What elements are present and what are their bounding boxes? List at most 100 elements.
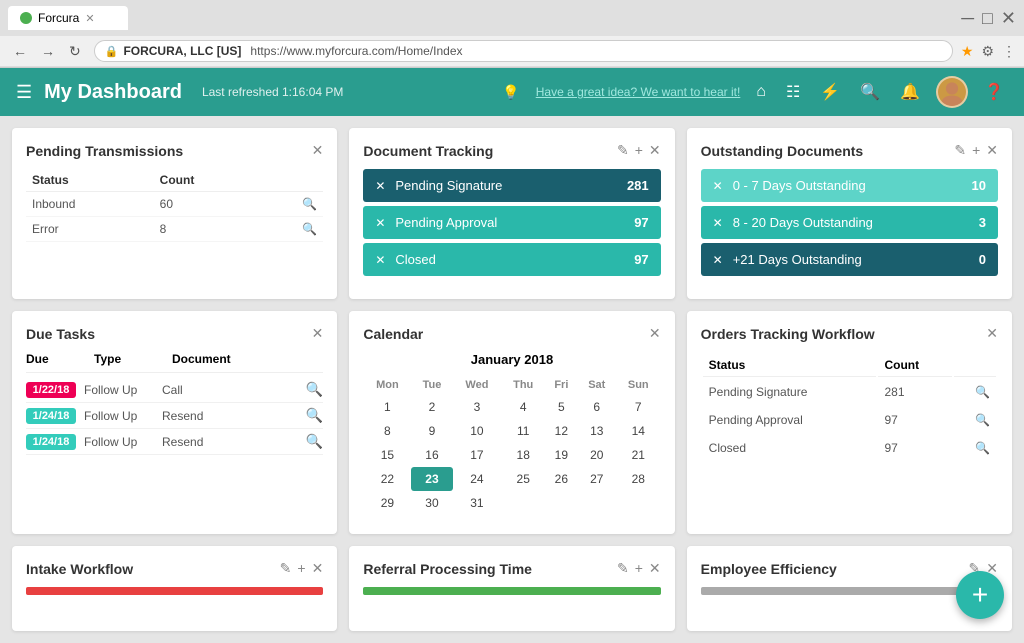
close-calendar-button[interactable]: ✕ <box>649 325 661 342</box>
idea-link[interactable]: Have a great idea? We want to hear it! <box>536 85 741 99</box>
back-button[interactable]: ← <box>8 41 32 62</box>
outstanding-doc-item[interactable]: ✕ +21 Days Outstanding 0 <box>701 243 998 276</box>
remove-doc-track-icon[interactable]: ✕ <box>375 216 385 230</box>
calendar-day-cell[interactable]: 11 <box>501 419 545 443</box>
calendar-day-cell[interactable]: 29 <box>363 491 411 515</box>
calendar-day-cell[interactable]: 17 <box>453 443 502 467</box>
outstanding-documents-header: Outstanding Documents ✎ + ✕ <box>701 142 998 159</box>
browser-tab[interactable]: Forcura ✕ <box>8 6 128 30</box>
calendar-day-cell[interactable]: 25 <box>501 467 545 491</box>
remove-out-doc-icon[interactable]: ✕ <box>713 216 723 230</box>
user-avatar[interactable] <box>936 76 968 108</box>
add-referral-icon[interactable]: + <box>635 560 643 577</box>
url-box[interactable]: 🔒 FORCURA, LLC [US] https://www.myforcur… <box>94 40 953 62</box>
edit-doc-track-icon[interactable]: ✎ <box>617 142 629 159</box>
add-doc-track-icon[interactable]: + <box>635 142 643 159</box>
close-out-doc-button[interactable]: ✕ <box>986 142 998 159</box>
calendar-day-cell[interactable]: 18 <box>501 443 545 467</box>
doc-track-item[interactable]: ✕ Pending Approval 97 <box>363 206 660 239</box>
calendar-day-cell[interactable]: 9 <box>411 419 452 443</box>
grid-menu-button[interactable]: ☷ <box>782 78 804 106</box>
close-intake-button[interactable]: ✕ <box>312 560 324 577</box>
outstanding-documents-actions: ✎ + ✕ <box>954 142 998 159</box>
calendar-day-cell[interactable]: 23 <box>411 467 452 491</box>
doc-track-item[interactable]: ✕ Closed 97 <box>363 243 660 276</box>
calendar-day-cell[interactable]: 6 <box>578 395 616 419</box>
employee-efficiency-title: Employee Efficiency <box>701 561 837 577</box>
calendar-day-cell[interactable]: 7 <box>616 395 661 419</box>
close-doc-track-button[interactable]: ✕ <box>649 142 661 159</box>
calendar-day-cell[interactable]: 22 <box>363 467 411 491</box>
tab-close-button[interactable]: ✕ <box>85 12 94 25</box>
calendar-day-cell[interactable]: 2 <box>411 395 452 419</box>
calendar-day-cell[interactable]: 3 <box>453 395 502 419</box>
due-tasks-title: Due Tasks <box>26 326 95 342</box>
out-doc-count: 10 <box>972 178 986 193</box>
add-out-doc-icon[interactable]: + <box>972 142 980 159</box>
outstanding-doc-item[interactable]: ✕ 0 - 7 Days Outstanding 10 <box>701 169 998 202</box>
close-orders-button[interactable]: ✕ <box>986 325 998 342</box>
calendar-day-header: Tue <box>411 375 452 395</box>
extensions-icon[interactable]: ⚙ <box>981 43 994 60</box>
calendar-day-cell[interactable]: 20 <box>578 443 616 467</box>
calendar-day-cell <box>616 491 661 515</box>
lightning-button[interactable]: ⚡ <box>816 78 844 106</box>
close-referral-button[interactable]: ✕ <box>649 560 661 577</box>
calendar-day-cell[interactable]: 19 <box>545 443 578 467</box>
calendar-day-cell[interactable]: 15 <box>363 443 411 467</box>
minimize-button[interactable]: ─ <box>961 8 974 29</box>
calendar-day-cell[interactable]: 4 <box>501 395 545 419</box>
fab-button[interactable]: + <box>956 571 1004 619</box>
add-intake-icon[interactable]: + <box>297 560 305 577</box>
star-icon[interactable]: ★ <box>961 43 974 60</box>
outstanding-doc-item[interactable]: ✕ 8 - 20 Days Outstanding 3 <box>701 206 998 239</box>
calendar-day-cell[interactable]: 14 <box>616 419 661 443</box>
remove-doc-track-icon[interactable]: ✕ <box>375 179 385 193</box>
close-pending-button[interactable]: ✕ <box>312 142 324 159</box>
orders-search-button[interactable]: 🔍 <box>954 407 996 433</box>
calendar-day-cell[interactable]: 21 <box>616 443 661 467</box>
calendar-day-cell[interactable]: 1 <box>363 395 411 419</box>
calendar-day-cell[interactable]: 27 <box>578 467 616 491</box>
search-row-button[interactable]: 🔍 <box>261 192 323 217</box>
remove-doc-track-icon[interactable]: ✕ <box>375 253 385 267</box>
forward-button[interactable]: → <box>36 41 60 62</box>
task-row: 1/24/18 Follow Up Resend 🔍 <box>26 429 323 455</box>
help-button[interactable]: ❓ <box>980 78 1008 106</box>
refresh-button[interactable]: ↻ <box>64 41 86 62</box>
edit-intake-icon[interactable]: ✎ <box>280 560 292 577</box>
remove-out-doc-icon[interactable]: ✕ <box>713 253 723 267</box>
calendar-day-cell[interactable]: 31 <box>453 491 502 515</box>
calendar-day-cell[interactable]: 13 <box>578 419 616 443</box>
close-due-tasks-button[interactable]: ✕ <box>312 325 324 342</box>
search-header-button[interactable]: 🔍 <box>856 78 884 106</box>
task-search-button[interactable]: 🔍 <box>306 381 323 398</box>
calendar-day-cell[interactable]: 24 <box>453 467 502 491</box>
notifications-button[interactable]: 🔔 <box>896 78 924 106</box>
task-document-label: Resend <box>162 409 298 423</box>
close-window-button[interactable]: ✕ <box>1001 8 1016 29</box>
calendar-day-cell[interactable]: 8 <box>363 419 411 443</box>
edit-out-doc-icon[interactable]: ✎ <box>954 142 966 159</box>
home-button[interactable]: ⌂ <box>752 79 770 105</box>
calendar-day-cell[interactable]: 12 <box>545 419 578 443</box>
calendar-day-cell[interactable]: 10 <box>453 419 502 443</box>
maximize-button[interactable]: □ <box>982 8 993 29</box>
calendar-day-cell[interactable]: 5 <box>545 395 578 419</box>
calendar-day-cell[interactable]: 30 <box>411 491 452 515</box>
menu-icon[interactable]: ⋮ <box>1002 43 1016 60</box>
count-col-header: Count <box>154 169 262 192</box>
remove-out-doc-icon[interactable]: ✕ <box>713 179 723 193</box>
task-search-button[interactable]: 🔍 <box>306 407 323 424</box>
calendar-day-cell[interactable]: 26 <box>545 467 578 491</box>
orders-search-button[interactable]: 🔍 <box>954 379 996 405</box>
doc-track-item[interactable]: ✕ Pending Signature 281 <box>363 169 660 202</box>
task-search-button[interactable]: 🔍 <box>306 433 323 450</box>
sidebar-toggle-button[interactable]: ☰ <box>16 82 32 103</box>
orders-status-header: Status <box>703 354 877 377</box>
search-row-button[interactable]: 🔍 <box>261 217 323 242</box>
calendar-day-cell[interactable]: 16 <box>411 443 452 467</box>
orders-search-button[interactable]: 🔍 <box>954 435 996 461</box>
edit-referral-icon[interactable]: ✎ <box>617 560 629 577</box>
calendar-day-cell[interactable]: 28 <box>616 467 661 491</box>
